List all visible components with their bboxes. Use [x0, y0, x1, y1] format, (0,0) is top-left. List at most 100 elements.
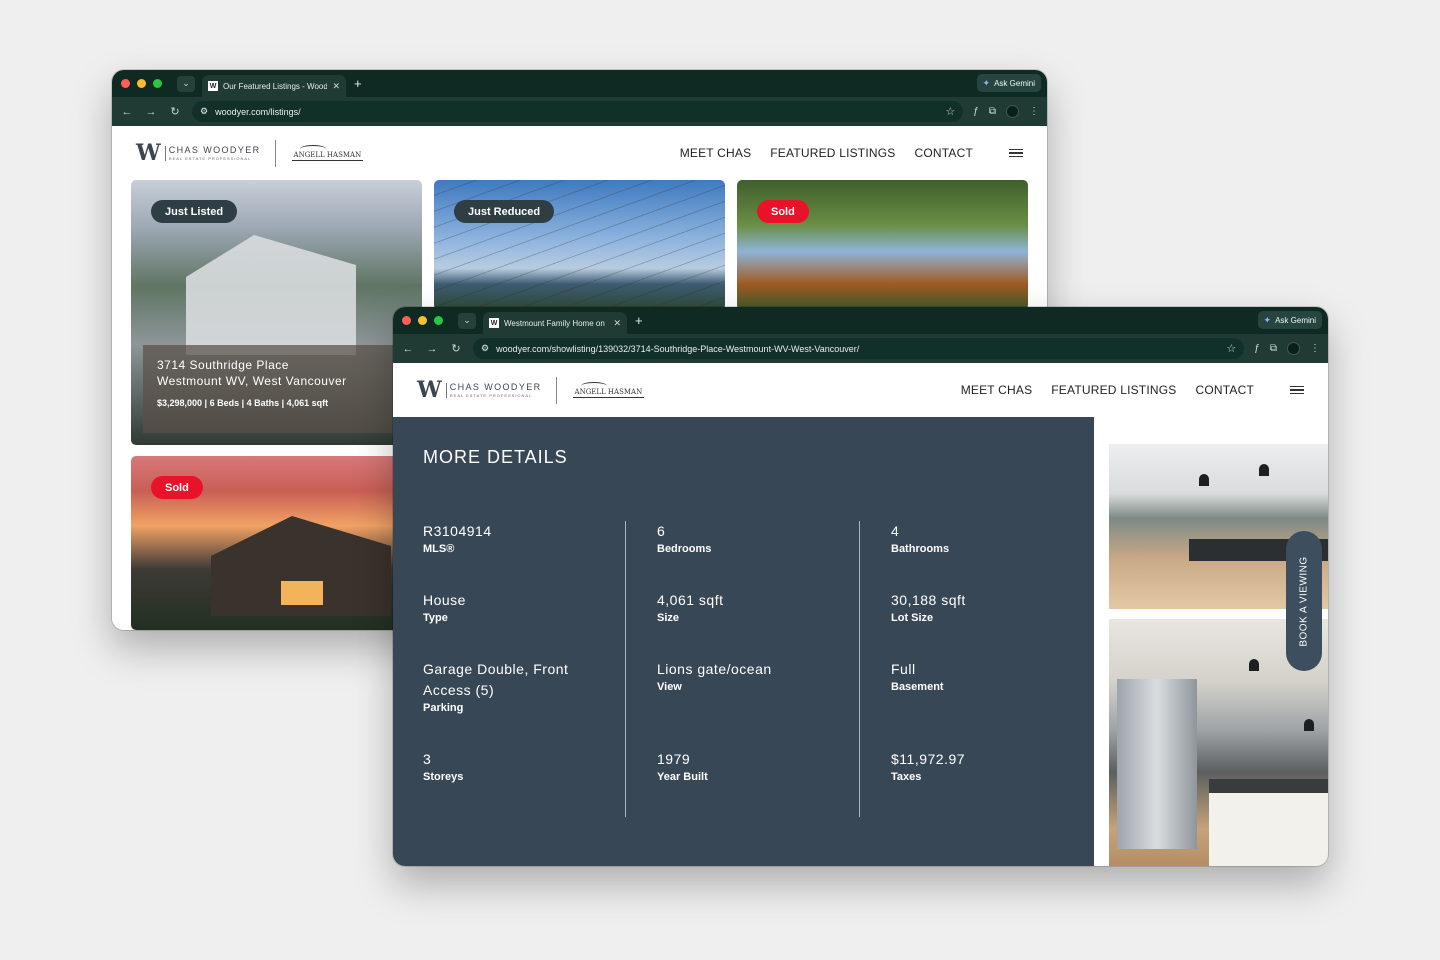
- close-tab-icon[interactable]: ✕: [613, 318, 621, 329]
- detail-label: MLS®: [423, 543, 455, 555]
- forward-arrow-icon[interactable]: →: [144, 106, 158, 118]
- nav-meet-chas[interactable]: MEET CHAS: [680, 146, 752, 160]
- pendant-light-icon: [1199, 474, 1209, 486]
- function-extension-icon[interactable]: ƒ: [1254, 343, 1260, 354]
- pendant-light-icon: [1304, 719, 1314, 731]
- ask-gemini-button[interactable]: ✦ Ask Gemini: [976, 74, 1041, 92]
- site-info-icon[interactable]: ⚙: [200, 106, 208, 117]
- function-extension-icon[interactable]: ƒ: [973, 106, 979, 117]
- status-badge: Sold: [757, 200, 809, 223]
- status-badge: Just Reduced: [454, 200, 555, 223]
- reload-icon[interactable]: ↻: [168, 105, 182, 118]
- address-bar[interactable]: ⚙ woodyer.com/listings/ ☆: [192, 101, 964, 122]
- url-text: woodyer.com/showlisting/139032/3714-Sout…: [496, 343, 860, 354]
- new-tab-button[interactable]: +: [354, 76, 362, 91]
- logo-subtitle: REAL ESTATE PROFESSIONAL: [168, 155, 252, 161]
- site-logo[interactable]: W CHAS WOODYER REAL ESTATE PROFESSIONAL: [417, 377, 542, 403]
- book-viewing-button[interactable]: BOOK A VIEWING: [1286, 531, 1322, 671]
- detail-value: 3: [423, 751, 432, 767]
- detail-item: $11,972.97 Taxes: [891, 749, 1091, 783]
- listing-card[interactable]: Just Reduced: [434, 180, 725, 310]
- listing-card[interactable]: Sold: [737, 180, 1028, 310]
- detail-label: Type: [423, 612, 448, 624]
- site-logo[interactable]: W CHAS WOODYER REAL ESTATE PROFESSIONAL: [136, 140, 261, 166]
- browser-window-listing-detail: ⌄ W Westmount Family Home on ✕ + ✦ Ask G…: [393, 307, 1328, 866]
- detail-value: 30,188 sqft: [891, 592, 966, 608]
- profile-avatar[interactable]: [1287, 342, 1300, 355]
- detail-item: House Type: [423, 590, 623, 624]
- forward-arrow-icon[interactable]: →: [425, 343, 439, 355]
- tab-title: Westmount Family Home on: [504, 318, 605, 328]
- window-controls: [393, 316, 443, 325]
- detail-value: 1979: [657, 751, 691, 767]
- profile-avatar[interactable]: [1006, 105, 1019, 118]
- maximize-window-button[interactable]: [153, 79, 162, 88]
- details-grid: R3104914 MLS® 6 Bedrooms 4 Bathrooms Hou…: [423, 521, 1063, 817]
- status-badge: Sold: [151, 476, 203, 499]
- back-arrow-icon[interactable]: ←: [401, 343, 415, 355]
- pendant-light-icon: [1259, 464, 1269, 476]
- toolbar: ← → ↻ ⚙ woodyer.com/listings/ ☆ ƒ ⧉ ⋮: [112, 97, 1047, 126]
- close-window-button[interactable]: [402, 316, 411, 325]
- logo-divider: [274, 139, 276, 167]
- hamburger-menu-icon[interactable]: [1009, 148, 1023, 158]
- tab-search-button[interactable]: ⌄: [177, 75, 195, 92]
- maximize-window-button[interactable]: [434, 316, 443, 325]
- detail-item: 1979 Year Built: [657, 749, 857, 783]
- listing-card[interactable]: Sold: [131, 456, 422, 630]
- listing-address-line2: Westmount WV, West Vancouver: [157, 374, 347, 388]
- site-info-icon[interactable]: ⚙: [481, 343, 489, 354]
- ask-gemini-label: Ask Gemini: [1275, 315, 1316, 325]
- nav-meet-chas[interactable]: MEET CHAS: [961, 383, 1033, 397]
- extensions-icon[interactable]: ⧉: [1270, 343, 1277, 354]
- detail-value: $11,972.97: [891, 751, 966, 767]
- kebab-menu-icon[interactable]: ⋮: [1029, 106, 1039, 117]
- extensions-icon[interactable]: ⧉: [989, 106, 996, 117]
- site-header: W CHAS WOODYER REAL ESTATE PROFESSIONAL …: [112, 126, 1047, 180]
- gemini-icon: ✦: [982, 77, 991, 88]
- bookmark-star-icon[interactable]: ☆: [1226, 342, 1236, 355]
- detail-label: View: [657, 681, 682, 693]
- browser-tab[interactable]: W Our Featured Listings - Woodyer ✕: [202, 75, 346, 97]
- back-arrow-icon[interactable]: ←: [120, 106, 134, 118]
- hamburger-menu-icon[interactable]: [1290, 385, 1304, 395]
- ask-gemini-label: Ask Gemini: [994, 78, 1035, 88]
- close-tab-icon[interactable]: ✕: [332, 81, 340, 92]
- tab-search-button[interactable]: ⌄: [458, 312, 476, 329]
- site-header: W CHAS WOODYER REAL ESTATE PROFESSIONAL …: [393, 363, 1328, 417]
- house-photo: [186, 235, 356, 355]
- detail-item: Full Basement: [891, 659, 1091, 693]
- detail-value: R3104914: [423, 523, 492, 539]
- detail-label: Bathrooms: [891, 543, 950, 555]
- detail-item: 4 Bathrooms: [891, 521, 1091, 555]
- gemini-icon: ✦: [1263, 314, 1272, 325]
- nav-featured-listings[interactable]: FEATURED LISTINGS: [770, 146, 895, 160]
- book-viewing-label: BOOK A VIEWING: [1298, 555, 1310, 647]
- nav-contact[interactable]: CONTACT: [914, 146, 973, 160]
- bookmark-star-icon[interactable]: ☆: [945, 105, 955, 118]
- status-badge: Just Listed: [151, 200, 238, 223]
- detail-value: 4: [891, 523, 900, 539]
- kebab-menu-icon[interactable]: ⋮: [1310, 343, 1320, 354]
- close-window-button[interactable]: [121, 79, 130, 88]
- toolbar: ← → ↻ ⚙ woodyer.com/showlisting/139032/3…: [393, 334, 1328, 363]
- favicon-icon: W: [489, 318, 499, 328]
- detail-label: Year Built: [657, 771, 708, 783]
- minimize-window-button[interactable]: [418, 316, 427, 325]
- ask-gemini-button[interactable]: ✦ Ask Gemini: [1257, 311, 1322, 329]
- nav-contact[interactable]: CONTACT: [1195, 383, 1254, 397]
- logo-mark: W: [136, 140, 161, 166]
- new-tab-button[interactable]: +: [635, 313, 643, 328]
- listing-card[interactable]: Just Listed 3714 Southridge Place Westmo…: [131, 180, 422, 445]
- logo-name: CHAS WOODYER: [449, 381, 542, 392]
- column-divider: [859, 521, 860, 817]
- address-bar[interactable]: ⚙ woodyer.com/showlisting/139032/3714-So…: [473, 338, 1245, 359]
- detail-label: Size: [657, 612, 680, 624]
- nav-featured-listings[interactable]: FEATURED LISTINGS: [1051, 383, 1176, 397]
- reload-icon[interactable]: ↻: [449, 342, 463, 355]
- minimize-window-button[interactable]: [137, 79, 146, 88]
- browser-tab[interactable]: W Westmount Family Home on ✕: [483, 312, 627, 334]
- detail-item: 3 Storeys: [423, 749, 623, 783]
- detail-item: Garage Double, Front Access (5) Parking: [423, 659, 613, 714]
- photo-gallery: BOOK A VIEWING: [1094, 417, 1328, 866]
